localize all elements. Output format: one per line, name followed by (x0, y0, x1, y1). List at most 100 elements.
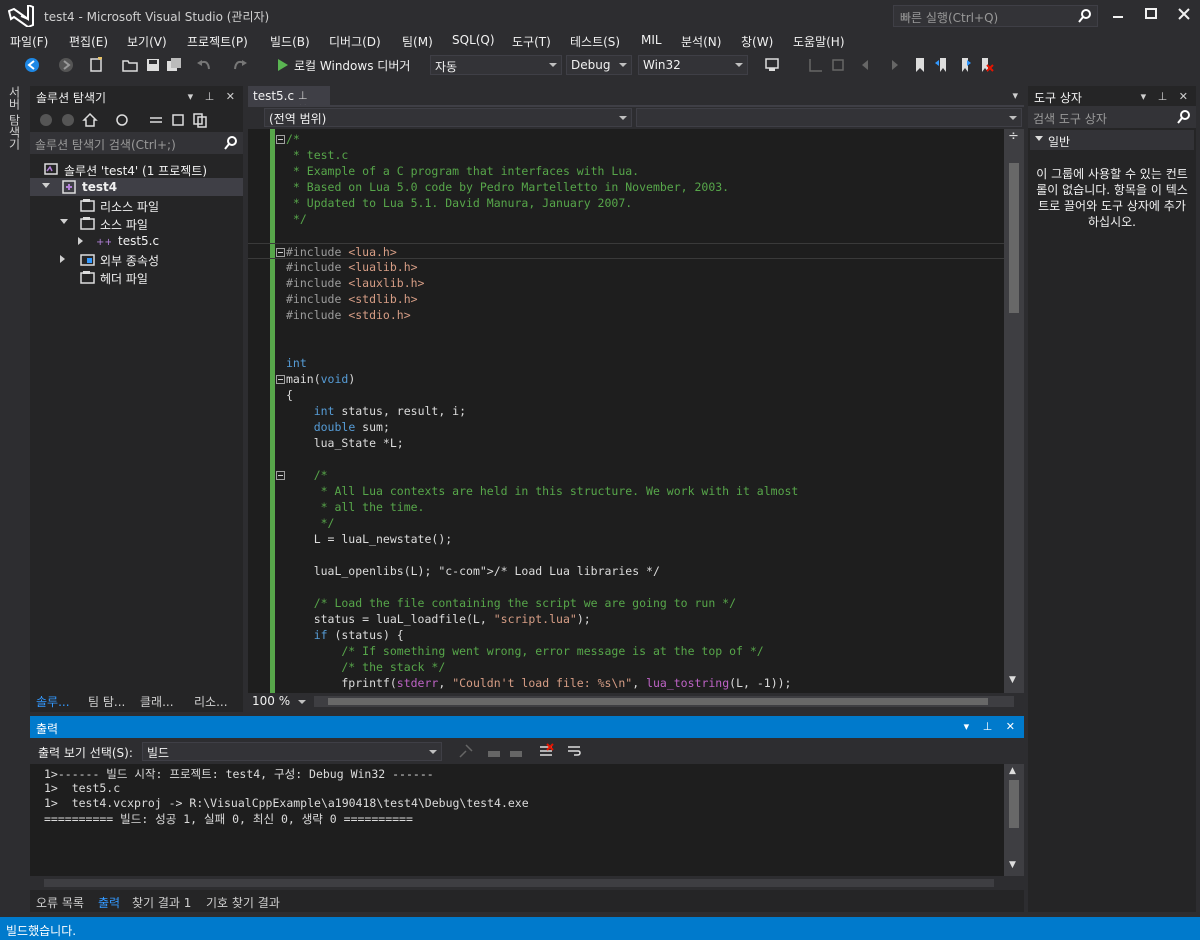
expand-arrow-icon[interactable] (1035, 136, 1043, 141)
collapse-icon[interactable] (276, 375, 285, 384)
code-line[interactable] (248, 451, 1004, 467)
tree-item-solution[interactable]: 솔루션 'test4' (1 프로젝트) (30, 160, 243, 178)
find-message-icon[interactable] (458, 743, 474, 759)
tab-find-symbol-results[interactable]: 기호 찾기 결과 (206, 894, 280, 911)
pending-changes-icon[interactable] (114, 112, 130, 128)
tab-output[interactable]: 출력 (98, 894, 120, 911)
next-bookmark-icon[interactable] (956, 57, 972, 73)
menu-window[interactable]: 창(W) (741, 33, 773, 50)
toolbox-search-input[interactable]: 검색 도구 상자 (1028, 106, 1196, 128)
expand-arrow-icon[interactable] (60, 219, 68, 224)
horizontal-scroll-track[interactable] (314, 696, 1014, 707)
save-all-icon[interactable] (166, 57, 182, 73)
code-line[interactable]: /* (248, 467, 1004, 483)
code-line[interactable]: double sum; (248, 419, 1004, 435)
scrollbar-thumb[interactable] (44, 879, 994, 887)
server-explorer-tab[interactable]: 서버 탐색기 (6, 86, 24, 150)
search-icon[interactable] (1077, 8, 1093, 24)
tree-item-header-files[interactable]: 헤더 파일 (30, 268, 243, 286)
back-icon[interactable] (38, 112, 54, 128)
search-icon[interactable] (223, 135, 239, 151)
code-line[interactable]: { (248, 387, 1004, 403)
previous-message-icon[interactable] (486, 743, 502, 759)
collapse-icon[interactable] (276, 135, 285, 144)
code-line[interactable]: #include <lauxlib.h> (248, 275, 1004, 291)
maximize-icon[interactable] (1137, 4, 1165, 24)
code-line[interactable]: lua_State *L; (248, 435, 1004, 451)
output-vertical-scrollbar[interactable]: ▲ ▼ (1004, 764, 1024, 876)
code-line[interactable]: * Example of a C program that interfaces… (248, 163, 1004, 179)
word-wrap-icon[interactable] (566, 743, 582, 759)
code-line[interactable]: * test.c (248, 147, 1004, 163)
comment-icon[interactable] (860, 57, 876, 73)
next-message-icon[interactable] (508, 743, 524, 759)
output-horizontal-scrollbar[interactable] (30, 876, 1024, 890)
start-debugging-button[interactable]: 로컬 Windows 디버거 (278, 57, 410, 73)
platform-select[interactable]: Win32 (638, 55, 748, 75)
expand-arrow-icon[interactable] (60, 255, 65, 263)
output-source-select[interactable]: 빌드 (142, 742, 442, 761)
code-line[interactable]: * all the time. (248, 499, 1004, 515)
bookmark-icon[interactable] (912, 57, 928, 73)
tree-item-external-dependencies[interactable]: 외부 종속성 (30, 250, 243, 268)
panel-pin-close-icons[interactable]: ▾ ⊥ ✕ (1141, 90, 1192, 103)
split-icon[interactable]: ÷ (1008, 129, 1019, 144)
undo-icon[interactable] (196, 57, 212, 73)
menu-mil[interactable]: MIL (641, 33, 662, 47)
code-line[interactable] (248, 547, 1004, 563)
code-line[interactable]: int (248, 355, 1004, 371)
menu-edit[interactable]: 편집(E) (69, 33, 108, 50)
debug-mode-select[interactable]: 자동 (430, 55, 562, 75)
code-line[interactable]: #include <stdio.h> (248, 307, 1004, 323)
tab-team-explorer[interactable]: 팀 탐... (88, 693, 125, 710)
code-line[interactable]: #include <stdlib.h> (248, 291, 1004, 307)
configuration-select[interactable]: Debug (566, 55, 632, 75)
toolbox-group-general[interactable]: 일반 (1030, 130, 1194, 150)
code-line[interactable] (248, 579, 1004, 595)
code-line[interactable]: int status, result, i; (248, 403, 1004, 419)
code-editor[interactable]: /* * test.c * Example of a C program tha… (248, 129, 1004, 693)
code-line[interactable]: * All Lua contexts are held in this stru… (248, 483, 1004, 499)
format-icon[interactable] (830, 57, 846, 73)
clear-all-icon[interactable] (538, 743, 554, 759)
panel-pin-close-icons[interactable]: ▾ ⊥ ✕ (188, 90, 239, 103)
home-icon[interactable] (82, 112, 98, 128)
tree-item-resource-files[interactable]: 리소스 파일 (30, 196, 243, 214)
tab-solution-explorer[interactable]: 솔루... (36, 693, 70, 710)
scroll-up-icon[interactable]: ▲ (1009, 766, 1016, 776)
menu-project[interactable]: 프로젝트(P) (187, 33, 248, 50)
previous-bookmark-icon[interactable] (934, 57, 950, 73)
code-line[interactable]: if (status) { (248, 627, 1004, 643)
tab-find-results[interactable]: 찾기 결과 1 (132, 894, 191, 911)
code-line[interactable]: #include <lualib.h> (248, 259, 1004, 275)
collapse-icon[interactable] (276, 248, 285, 257)
code-line[interactable]: /* Load the file containing the script w… (248, 595, 1004, 611)
code-line[interactable]: /* If something went wrong, error messag… (248, 643, 1004, 659)
close-icon[interactable] (1170, 4, 1198, 24)
output-text-area[interactable]: 1>------ 빌드 시작: 프로젝트: test4, 구성: Debug W… (30, 764, 1004, 876)
code-line[interactable] (248, 339, 1004, 355)
new-project-icon[interactable] (88, 57, 104, 73)
code-line[interactable]: * Based on Lua 5.0 code by Pedro Martell… (248, 179, 1004, 195)
minimize-icon[interactable] (1104, 4, 1132, 24)
scroll-down-icon[interactable]: ▼ (1009, 860, 1016, 870)
code-line[interactable] (248, 227, 1004, 243)
collapse-all-icon[interactable] (170, 112, 186, 128)
quick-launch-input[interactable]: 빠른 실행(Ctrl+Q) (893, 5, 1098, 27)
code-line[interactable]: /* the stack */ (248, 659, 1004, 675)
search-icon[interactable] (1176, 109, 1192, 125)
editor-vertical-scrollbar[interactable]: ÷ ▼ (1004, 129, 1024, 693)
uncomment-icon[interactable] (884, 57, 900, 73)
back-icon[interactable] (24, 57, 40, 73)
tab-test5-c[interactable]: test5.c ⊥ ✕ (248, 86, 330, 115)
menu-sql[interactable]: SQL(Q) (452, 33, 495, 47)
tab-class-view[interactable]: 클래... (140, 693, 174, 710)
code-line[interactable] (248, 323, 1004, 339)
code-line[interactable]: /* (248, 131, 1004, 147)
menu-build[interactable]: 빌드(B) (270, 33, 310, 50)
code-line[interactable]: * Updated to Lua 5.1. David Manura, Janu… (248, 195, 1004, 211)
redo-icon[interactable] (232, 57, 248, 73)
code-line[interactable]: luaL_openlibs(L); "c-com">/* Load Lua li… (248, 563, 1004, 579)
open-file-icon[interactable] (122, 57, 138, 73)
attach-icon[interactable] (764, 57, 780, 73)
